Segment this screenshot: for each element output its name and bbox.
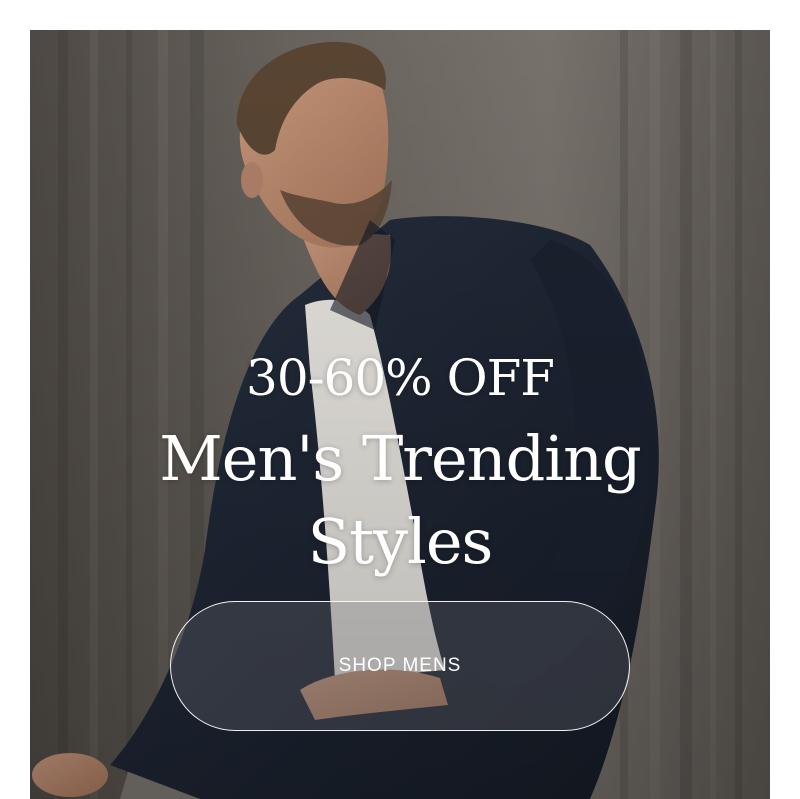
title-line-2: Styles xyxy=(307,505,494,578)
email-promo-page: 30-60% OFF Men's Trending Styles SHOP ME… xyxy=(0,0,800,799)
shop-mens-button[interactable]: SHOP MENS xyxy=(170,601,630,731)
title-line-1: Men's Trending xyxy=(159,422,641,495)
discount-heading: 30-60% OFF xyxy=(246,349,555,407)
shop-mens-label: SHOP MENS xyxy=(338,655,462,676)
